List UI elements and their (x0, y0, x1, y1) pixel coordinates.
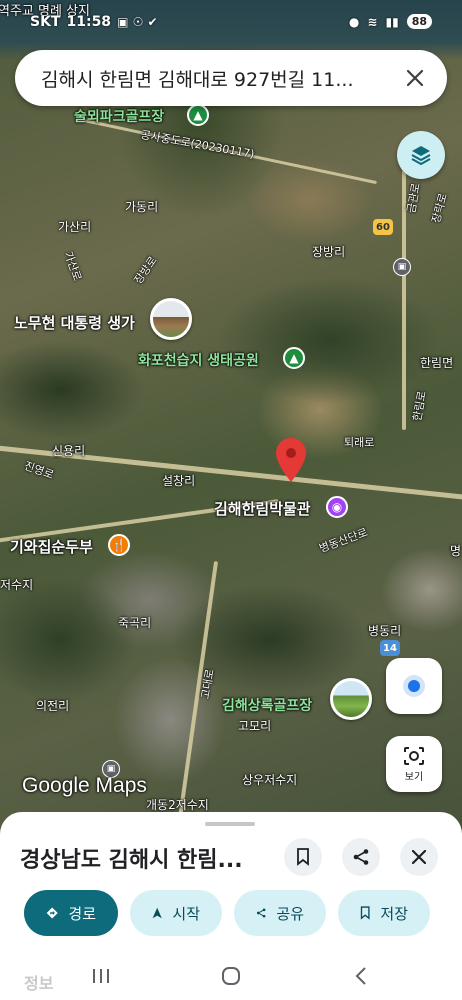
park-icon[interactable]: ▲ (283, 347, 305, 369)
location-pin-icon[interactable] (276, 438, 306, 482)
route-shield-14: 14 (380, 640, 400, 656)
map-label-roh-house: 노무현 대통령 생가 (14, 314, 135, 332)
map-label-museum: 김해한림박물관 (214, 500, 311, 518)
route-shield-60: 60 (373, 219, 393, 235)
map-label: 설창리 (162, 474, 196, 488)
map-label: 상우저수지 (242, 773, 298, 787)
map-label: 한림면 (420, 356, 454, 370)
map-label: 저수지 (0, 578, 34, 592)
map-canvas[interactable]: 역주교 명례 상지 술뫼파크골프장 ▲ 공사중도로(20230117) 가산리 … (0, 0, 462, 840)
park-icon[interactable]: ▲ (187, 104, 209, 126)
carrier: SKT (30, 14, 61, 30)
map-label: 죽곡리 (118, 616, 152, 630)
share-icon (256, 908, 266, 918)
status-bar: SKT 11:58 ▣ ☉ ✔ ● ≋ ▮▮ 88 (0, 8, 462, 36)
home-icon[interactable] (216, 964, 246, 988)
close-sheet-button[interactable] (400, 838, 438, 876)
action-chips: 경로 시작 공유 저장 (24, 890, 462, 936)
map-label: 고모리 (238, 719, 272, 733)
map-label: 가산로 (61, 249, 85, 283)
map-label: 장방로 (131, 254, 160, 287)
map-label: 퇴래로 (344, 436, 375, 449)
clock: 11:58 (66, 14, 112, 30)
chip-label: 시작 (172, 904, 200, 923)
google-maps-logo: Google Maps (22, 774, 147, 797)
bookmark-icon (360, 906, 370, 920)
share-chip-button[interactable]: 공유 (234, 890, 326, 936)
bookmark-icon (297, 848, 309, 866)
map-label: 공사중도로(20230117) (139, 128, 256, 161)
chip-label: 공유 (276, 904, 304, 923)
map-label: 개동2저수지 (146, 798, 209, 812)
map-label: 가산리 (58, 220, 92, 234)
notification-icons: ▣ ☉ ✔ (117, 15, 158, 29)
map-label: 장락로 (429, 191, 450, 225)
battery-indicator: 88 (406, 14, 432, 29)
navigation-icon (152, 907, 162, 919)
map-label: 가동리 (125, 200, 159, 214)
place-title: 경상남도 김해시 한림... (20, 848, 243, 873)
signal-icon: ▮▮ (385, 14, 399, 29)
map-label: 신용리 (52, 444, 86, 458)
close-icon (412, 850, 426, 864)
camera-lens-icon (404, 746, 424, 765)
back-icon[interactable] (346, 964, 376, 988)
map-label: 병동리 (368, 624, 402, 638)
search-bar[interactable]: 김해시 한림면 김해대로 927번길 11... (15, 50, 447, 106)
map-label-golf2: 김해상록골프장 (222, 698, 313, 714)
directions-button[interactable]: 경로 (24, 890, 118, 936)
chip-label: 저장 (380, 904, 408, 923)
layers-button[interactable] (397, 131, 445, 179)
my-location-button[interactable] (386, 658, 442, 714)
layers-icon (411, 146, 431, 166)
map-label-restaurant: 기와집순두부 (10, 538, 93, 556)
map-label: 명 (450, 544, 462, 558)
share-icon (353, 849, 369, 865)
directions-icon (46, 907, 58, 919)
map-label: 한림로 (410, 390, 429, 423)
chip-label: 경로 (68, 904, 96, 923)
sheet-handle[interactable] (205, 822, 255, 826)
system-nav-bar (0, 952, 462, 1000)
save-button[interactable] (284, 838, 322, 876)
golf-course-photo[interactable] (330, 678, 372, 720)
location-status-icon: ● (348, 14, 360, 29)
museum-icon[interactable]: ◉ (326, 496, 348, 518)
close-icon[interactable] (403, 66, 427, 90)
map-label: 의전리 (36, 699, 70, 713)
my-location-icon (403, 675, 425, 697)
lens-view-button[interactable]: 보기 (386, 736, 442, 792)
start-button[interactable]: 시작 (130, 890, 222, 936)
save-chip-button[interactable]: 저장 (338, 890, 430, 936)
map-label: 장방리 (312, 245, 346, 259)
map-label-golf: 술뫼파크골프장 (74, 109, 165, 125)
search-query[interactable]: 김해시 한림면 김해대로 927번길 11... (41, 65, 403, 92)
map-label: 진영로 (22, 459, 56, 482)
transit-icon[interactable]: ▣ (393, 258, 411, 276)
map-label: 병동산단로 (317, 525, 370, 556)
roh-house-photo[interactable] (150, 298, 192, 340)
recent-apps-icon[interactable] (86, 964, 116, 988)
restaurant-icon[interactable]: 🍴 (108, 534, 130, 556)
lens-label: 보기 (404, 771, 424, 783)
wifi-icon: ≋ (367, 14, 378, 29)
share-button[interactable] (342, 838, 380, 876)
map-label-hwapo: 화포천습지 생태공원 (138, 353, 259, 369)
